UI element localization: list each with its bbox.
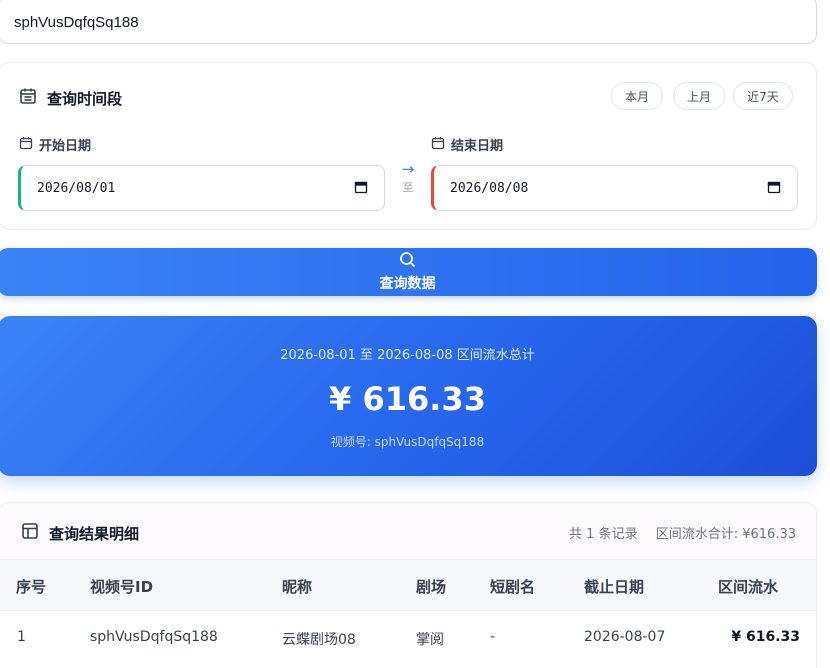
total-period: 2026-08-01 至 2026-08-08 区间流水总计 xyxy=(280,348,535,363)
table-header: 序号 视频号ID 昵称 剧场 短剧名 截止日期 区间流水 xyxy=(0,559,816,611)
end-date-label: 结束日期 xyxy=(431,135,503,154)
results-title: 查询结果明细 xyxy=(21,522,139,544)
account-input-value: sphVusDqfqSq188 xyxy=(14,13,139,31)
cell-index: 1 xyxy=(17,629,26,645)
column-header: 短剧名 xyxy=(490,578,536,596)
cell-end-date: 2026-08-07 xyxy=(584,629,666,645)
cell-drama-name: - xyxy=(490,629,496,645)
end-date-input[interactable]: 2026/08/08 xyxy=(431,165,798,211)
column-header: 序号 xyxy=(16,578,47,596)
results-summary: 共 1 条记录 区间流水合计: ¥616.33 xyxy=(555,523,796,542)
total-amount: ¥ 616.33 xyxy=(329,380,486,418)
total-account: 视频号: sphVusDqfqSq188 xyxy=(330,435,485,449)
calendar-icon xyxy=(19,87,37,109)
start-date-value: 2026/08/01 xyxy=(37,180,116,196)
column-header: 昵称 xyxy=(282,578,313,596)
calendar-icon xyxy=(431,136,445,154)
calendar-icon[interactable] xyxy=(354,180,368,198)
results-header: 查询结果明细 共 1 条记录 区间流水合计: ¥616.33 xyxy=(0,503,816,559)
results-card: 查询结果明细 共 1 条记录 区间流水合计: ¥616.33 序号 视频号ID … xyxy=(0,502,817,668)
account-input[interactable]: sphVusDqfqSq188 xyxy=(0,0,817,44)
total-summary-card: 2026-08-01 至 2026-08-08 区间流水总计 ¥ 616.33 … xyxy=(0,316,817,476)
range-title: 查询时间段 xyxy=(19,87,122,109)
quick-last-month-button[interactable]: 上月 xyxy=(673,82,725,110)
quick-this-month-button[interactable]: 本月 xyxy=(611,82,663,110)
record-count: 共 1 条记录 xyxy=(569,527,638,542)
end-date-value: 2026/08/08 xyxy=(450,180,529,196)
cell-nickname: 云蝶剧场08 xyxy=(282,632,356,648)
quick-last-7-days-button[interactable]: 近7天 xyxy=(733,82,793,110)
start-date-label: 开始日期 xyxy=(19,135,91,154)
start-date-input[interactable]: 2026/08/01 xyxy=(18,165,385,211)
query-button-label: 查询数据 xyxy=(379,276,436,292)
column-header: 剧场 xyxy=(416,578,447,596)
date-range-card: 查询时间段 本月 上月 近7天 开始日期 结束日期 2026/08/01 → 至… xyxy=(0,62,817,230)
cell-range-revenue: ¥ 616.33 xyxy=(731,629,800,645)
range-separator: → 至 xyxy=(397,161,419,195)
calendar-icon xyxy=(19,136,33,154)
search-icon xyxy=(399,251,416,272)
cell-channel-id: sphVusDqfqSq188 xyxy=(90,629,218,645)
table-icon xyxy=(21,522,39,544)
column-header: 截止日期 xyxy=(584,578,645,596)
arrow-right-icon: → xyxy=(401,160,415,178)
cell-theater: 掌阅 xyxy=(416,632,444,648)
calendar-icon[interactable] xyxy=(767,180,781,198)
column-header: 区间流水 xyxy=(718,578,779,596)
query-button[interactable]: 查询数据 xyxy=(0,248,817,296)
column-header: 视频号ID xyxy=(90,578,154,596)
range-sum: 区间流水合计: ¥616.33 xyxy=(655,527,796,542)
